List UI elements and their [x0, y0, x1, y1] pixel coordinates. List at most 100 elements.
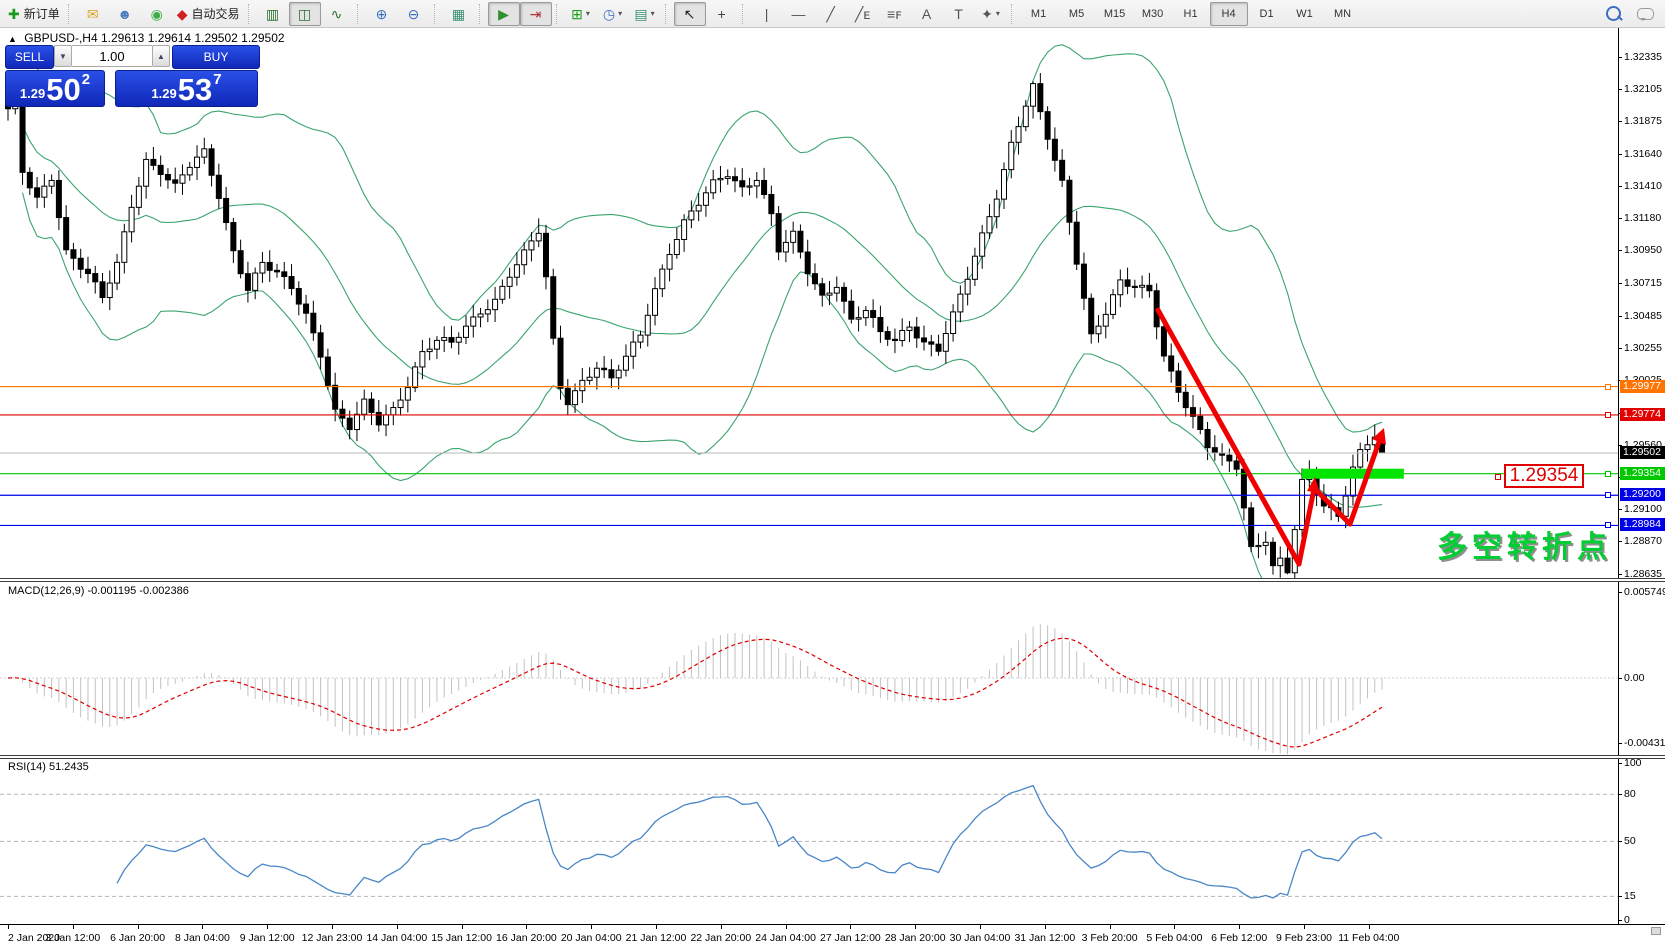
- new-order-button[interactable]: ✚ 新订单: [4, 2, 64, 26]
- chevron-down-icon[interactable]: ▾: [996, 9, 1000, 18]
- macd-signal-line: [7, 637, 1383, 748]
- zoom-in-button[interactable]: ⊕: [366, 2, 398, 26]
- time-tick-label: 5 Feb 04:00: [1146, 932, 1203, 944]
- toolbar: ✚ 新订单 ✉ ☻ ◉ ◆ 自动交易 ▥ ◫ ∿ ⊕ ⊖ ▦ ▶ ⇥ ⊞ ▾ ◷ ▾ ▤ ▾ ↖ + | — ╱ ╱ᴇ ≡ꜰ A T ✦ ▾ M…: [0, 0, 1665, 28]
- time-tick-label: 14 Jan 04:00: [366, 932, 428, 944]
- vertical-line-button[interactable]: |: [751, 2, 783, 26]
- price-level-label: 1.29774: [1620, 407, 1665, 421]
- toolbar-separator: [555, 3, 561, 24]
- cursor-button[interactable]: ↖: [673, 1, 706, 26]
- buy-price-tile[interactable]: 1.29 53 7: [115, 70, 258, 107]
- time-tick: [8, 925, 9, 929]
- rsi-tick: [1618, 762, 1622, 764]
- tf-d1-button[interactable]: D1: [1248, 2, 1286, 26]
- periods-button[interactable]: ◷ ▾: [597, 2, 629, 26]
- rsi-pane-svg: [0, 784, 1618, 899]
- text-button[interactable]: A: [911, 2, 943, 26]
- label-button[interactable]: T: [943, 2, 975, 26]
- chart-hscrollbar[interactable]: [1651, 927, 1661, 935]
- macd-tick-label: 0.005749: [1624, 585, 1665, 598]
- tf-m5-button[interactable]: M5: [1058, 2, 1096, 26]
- channel-button[interactable]: ╱ᴇ: [847, 2, 879, 26]
- sell-price-tile[interactable]: 1.29 50 2: [5, 70, 105, 107]
- chevron-down-icon[interactable]: ▾: [586, 9, 590, 18]
- tf-h1-button[interactable]: H1: [1172, 2, 1210, 26]
- time-tick: [1174, 925, 1176, 929]
- fibonacci-button[interactable]: ≡ꜰ: [879, 2, 911, 26]
- pane-separator[interactable]: [0, 578, 1665, 582]
- new-order-icon: ✚: [8, 5, 20, 22]
- time-tick-label: 12 Jan 23:00: [301, 932, 363, 944]
- tile-windows-button[interactable]: ▦: [443, 2, 475, 26]
- zoom-out-icon: ⊖: [407, 5, 420, 22]
- time-tick-label: 9 Jan 12:00: [239, 932, 295, 944]
- buy-price-big: 53: [177, 72, 213, 107]
- templates-button[interactable]: ▤ ▾: [629, 2, 661, 26]
- price-tick: [1618, 121, 1622, 123]
- periods-clock-icon: ◷: [602, 5, 616, 22]
- main-chart-svg: [0, 44, 1618, 578]
- chat-button[interactable]: [1629, 2, 1661, 26]
- mailbox-button[interactable]: ✉: [77, 2, 109, 26]
- search-icon: [1605, 6, 1621, 21]
- tf-m30-button[interactable]: M30: [1134, 2, 1172, 26]
- buy-button[interactable]: BUY: [172, 45, 260, 69]
- auto-scroll-button[interactable]: ▶: [487, 1, 520, 26]
- arrows-icon: ✦: [981, 5, 993, 22]
- zoom-out-button[interactable]: ⊖: [398, 2, 430, 26]
- mt4-window: ✚ 新订单 ✉ ☻ ◉ ◆ 自动交易 ▥ ◫ ∿ ⊕ ⊖ ▦ ▶ ⇥ ⊞ ▾ ◷ ▾ ▤ ▾ ↖ + | — ╱ ╱ᴇ ≡ꜰ A T ✦ ▾ M…: [0, 0, 1665, 950]
- time-tick: [915, 925, 917, 929]
- time-tick-label: 16 Jan 20:00: [496, 932, 557, 944]
- volume-input[interactable]: [72, 45, 152, 67]
- crosshair-button[interactable]: +: [706, 2, 738, 26]
- signals-button[interactable]: ◉: [141, 2, 173, 26]
- time-tick-label: 3 Jan 12:00: [45, 932, 101, 944]
- bar-chart-button[interactable]: ▥: [257, 2, 289, 26]
- price-tick: [1618, 347, 1622, 349]
- price-annotation-box[interactable]: 1.29354: [1504, 464, 1584, 488]
- time-tick: [461, 925, 463, 929]
- tf-m1-button[interactable]: M1: [1020, 2, 1058, 26]
- price-tick-label: 1.30715: [1624, 277, 1662, 290]
- chart-shift-button[interactable]: ⇥: [519, 1, 552, 26]
- sell-button[interactable]: SELL: [5, 45, 54, 69]
- macd-tick: [1618, 591, 1622, 593]
- line-chart-button[interactable]: ∿: [321, 2, 353, 26]
- shapes-button[interactable]: ✦ ▾: [975, 2, 1007, 26]
- time-tick: [526, 925, 528, 929]
- toolbar-separator: [356, 3, 362, 24]
- auto-trading-button[interactable]: ◆ 自动交易: [173, 2, 244, 26]
- vline-icon: |: [764, 5, 769, 22]
- rsi-tick: [1618, 841, 1622, 843]
- tf-w1-button[interactable]: W1: [1286, 2, 1324, 26]
- chevron-down-icon[interactable]: ▾: [618, 9, 622, 18]
- community-button[interactable]: ☻: [109, 2, 141, 26]
- time-tick: [720, 925, 722, 929]
- toolbar-separator: [741, 3, 747, 24]
- price-tick: [1618, 250, 1622, 252]
- rsi-tick-label: 80: [1624, 788, 1636, 801]
- new-order-button-label: 新订单: [23, 7, 60, 21]
- signal-icon: ◉: [150, 5, 163, 22]
- chevron-down-icon[interactable]: ▾: [651, 9, 655, 18]
- tf-mn-button[interactable]: MN: [1324, 2, 1362, 26]
- trendline-button[interactable]: ╱: [815, 2, 847, 26]
- search-button[interactable]: [1597, 2, 1629, 26]
- price-tick-label: 1.31410: [1624, 180, 1662, 193]
- tf-m15-button[interactable]: M15: [1096, 2, 1134, 26]
- time-tick-label: 9 Feb 23:00: [1275, 932, 1333, 944]
- indicators-button[interactable]: ⊞ ▾: [565, 2, 597, 26]
- candlestick-button[interactable]: ◫: [288, 1, 321, 26]
- horizontal-line-button[interactable]: —: [783, 2, 815, 26]
- volume-down-button[interactable]: ▼: [54, 45, 72, 67]
- price-level-label: 1.29354: [1620, 466, 1665, 480]
- price-tick: [1618, 88, 1622, 90]
- price-tick-label: 1.31180: [1624, 212, 1662, 225]
- bars-icon: ▥: [265, 5, 280, 22]
- text-icon: A: [921, 5, 932, 22]
- sell-price-pip: 2: [81, 71, 91, 88]
- pane-separator[interactable]: [0, 755, 1665, 759]
- volume-up-button[interactable]: ▲: [152, 45, 170, 67]
- tf-h4-button[interactable]: H4: [1209, 1, 1248, 26]
- macd-tick: [1618, 742, 1622, 744]
